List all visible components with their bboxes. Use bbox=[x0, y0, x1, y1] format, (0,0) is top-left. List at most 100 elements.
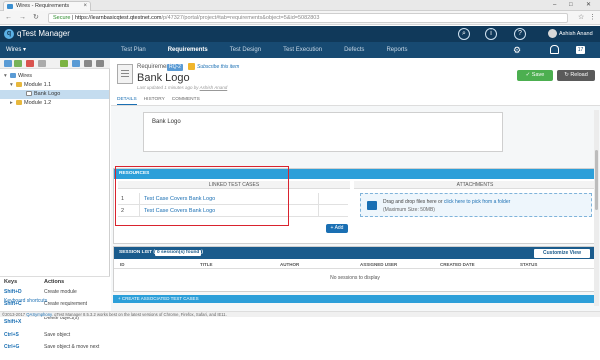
user-menu[interactable]: Ashish Anand bbox=[548, 28, 593, 40]
max-size-text: (Maximum Size: 50MB) bbox=[383, 207, 435, 213]
info-icon[interactable]: i bbox=[485, 28, 497, 40]
tree-item-label: Module 1.1 bbox=[24, 82, 52, 88]
project-icon bbox=[10, 73, 16, 78]
tab-requirements[interactable]: Requirements bbox=[157, 42, 219, 58]
column-header[interactable]: ID bbox=[120, 261, 125, 269]
tab-details[interactable]: DETAILS bbox=[117, 96, 137, 105]
subscribe-link[interactable]: Subscribe this item bbox=[197, 64, 239, 70]
footer: ©2013-2017 QASymphony. qTest Manager 8.5… bbox=[0, 311, 600, 317]
url-host: https://learnbasicqtest.qtestnet.com bbox=[74, 15, 162, 21]
save-button[interactable]: ✓ Save bbox=[517, 70, 553, 81]
maximize-button[interactable]: □ bbox=[569, 0, 573, 10]
tab-test-plan[interactable]: Test Plan bbox=[110, 42, 157, 58]
keys-header: Keys bbox=[4, 279, 18, 285]
forward-icon[interactable]: → bbox=[19, 13, 26, 23]
move-icon[interactable] bbox=[38, 60, 46, 67]
user-name: Ashish Anand bbox=[559, 31, 593, 37]
url-input[interactable]: Secure | https://learnbasicqtest.qtestne… bbox=[48, 13, 568, 23]
session-list-panel: SESSION LIST (0 session(s) found) Custom… bbox=[113, 246, 597, 292]
back-icon[interactable]: ← bbox=[5, 13, 12, 23]
column-header[interactable]: AUTHOR bbox=[280, 261, 299, 269]
column-header[interactable]: CREATED DATE bbox=[440, 261, 475, 269]
folder-icon bbox=[16, 82, 22, 87]
session-count-badge: 0 session(s) found bbox=[154, 250, 202, 256]
close-window-button[interactable]: ✕ bbox=[586, 0, 591, 10]
search-icon[interactable]: ⌕ bbox=[458, 28, 470, 40]
filter-icon[interactable] bbox=[84, 60, 92, 67]
drop-text: Drag and drop files here or bbox=[383, 199, 443, 205]
tree-item-requirement[interactable]: Bank Logo bbox=[0, 90, 109, 99]
bookmark-star-icon[interactable]: ☆ bbox=[578, 13, 584, 23]
help-icon[interactable]: ? bbox=[514, 28, 526, 40]
requirement-title[interactable]: Bank Logo bbox=[137, 72, 190, 84]
keyboard-shortcuts-link[interactable]: Keyboard shortcuts bbox=[4, 298, 47, 304]
reload-button[interactable]: ↻ Reload bbox=[557, 70, 595, 81]
requirement-id-badge: RQ-2 bbox=[167, 64, 183, 71]
customize-view-button[interactable]: Customize View bbox=[534, 249, 590, 258]
tab-test-design[interactable]: Test Design bbox=[219, 42, 272, 58]
session-list-header[interactable]: SESSION LIST (0 session(s) found) bbox=[114, 247, 596, 259]
shortcut-panel: Keys Actions Shift+D Create module Shift+… bbox=[0, 276, 110, 360]
secure-label: Secure bbox=[53, 15, 71, 21]
main-nav: Wires ▾ Test Plan Requirements Test Desi… bbox=[0, 42, 600, 58]
new-module-icon[interactable] bbox=[4, 60, 12, 67]
sidebar: ▾ Wires ▾ Module 1.1 Bank Logo ▸ Module 1.2… bbox=[0, 58, 110, 360]
attachments-header: ATTACHMENTS bbox=[354, 181, 596, 189]
tree-item-module[interactable]: ▸ Module 1.2 bbox=[10, 99, 51, 108]
minimize-button[interactable]: – bbox=[553, 0, 556, 10]
tab-comments[interactable]: COMMENTS bbox=[172, 96, 200, 105]
column-header[interactable]: STATUS bbox=[520, 261, 537, 269]
pick-folder-link[interactable]: click here to pick from a folder bbox=[444, 199, 510, 205]
scrollbar-thumb[interactable] bbox=[595, 150, 598, 210]
project-selector[interactable]: Wires ▾ bbox=[6, 42, 26, 58]
subscribe-icon[interactable] bbox=[188, 63, 195, 70]
highlight-annotation bbox=[115, 166, 289, 226]
upload-icon bbox=[367, 201, 377, 210]
tree-item-label: Wires bbox=[18, 73, 33, 79]
column-header[interactable]: TITLE bbox=[200, 261, 213, 269]
document-icon bbox=[26, 91, 32, 96]
description-text: Bank Logo bbox=[152, 119, 181, 125]
last-updated: Last updated 1 minutes ago by Ashish Ana… bbox=[137, 85, 228, 90]
column-header[interactable]: ASSIGNED USER bbox=[360, 261, 397, 269]
empty-sessions-message: No sessions to display bbox=[330, 275, 380, 281]
updated-by-link[interactable]: Ashish Anand bbox=[200, 85, 228, 90]
session-table-header: ID TITLE AUTHOR ASSIGNED USER CREATED DA… bbox=[114, 261, 596, 269]
tab-reports[interactable]: Reports bbox=[375, 42, 418, 58]
scrollbar[interactable] bbox=[594, 110, 599, 306]
browser-tab-title: Wires - Requirements bbox=[16, 3, 70, 9]
bell-icon[interactable] bbox=[550, 45, 559, 54]
reload-page-icon[interactable]: ↻ bbox=[33, 13, 39, 23]
url-path: /p/47327/portal/project#tab=requirements… bbox=[161, 15, 320, 21]
close-tab-icon[interactable]: × bbox=[83, 2, 87, 11]
tab-test-execution[interactable]: Test Execution bbox=[272, 42, 333, 58]
add-test-case-button[interactable]: + Add bbox=[326, 224, 348, 233]
qtest-logo[interactable]: q qTest Manager bbox=[4, 28, 70, 40]
tree-item-module[interactable]: ▾ Module 1.1 bbox=[10, 81, 51, 90]
browser-titlebar: Wires - Requirements × – □ ✕ bbox=[0, 0, 600, 11]
delete-icon[interactable] bbox=[26, 60, 34, 67]
attachment-dropzone[interactable]: Drag and drop files here or click here t… bbox=[360, 193, 592, 217]
company-link[interactable]: QASymphony bbox=[26, 312, 52, 317]
import-icon[interactable] bbox=[60, 60, 68, 67]
tree-item-root[interactable]: ▾ Wires bbox=[4, 72, 32, 81]
notification-badge[interactable]: 17 bbox=[576, 46, 585, 54]
description-editor[interactable]: Bank Logo bbox=[143, 112, 503, 152]
browser-tab[interactable]: Wires - Requirements × bbox=[3, 1, 91, 11]
logo-text: qTest Manager bbox=[17, 29, 70, 38]
create-associated-test-cases-header[interactable]: + CREATE ASSOCIATED TEST CASES bbox=[113, 295, 597, 303]
tab-history[interactable]: HISTORY bbox=[144, 96, 165, 105]
requirement-header: Requirement RQ-2 Subscribe this item Ban… bbox=[111, 58, 600, 106]
export-icon[interactable] bbox=[72, 60, 80, 67]
folder-icon bbox=[16, 100, 22, 105]
sidebar-options-icon[interactable] bbox=[96, 60, 104, 67]
address-bar-row: ← → ↻ Secure | https://learnbasicqtest.q… bbox=[0, 11, 600, 25]
app-header: q qTest Manager ⌕ i ? Ashish Anand bbox=[0, 26, 600, 42]
gear-icon[interactable]: ⚙ bbox=[513, 44, 521, 56]
logo-mark-icon: q bbox=[4, 29, 14, 39]
tab-defects[interactable]: Defects bbox=[333, 42, 375, 58]
avatar bbox=[548, 29, 557, 39]
new-requirement-icon[interactable] bbox=[14, 60, 22, 67]
browser-menu-icon[interactable]: ⋮ bbox=[589, 13, 596, 23]
tree-toolbar bbox=[0, 58, 110, 69]
